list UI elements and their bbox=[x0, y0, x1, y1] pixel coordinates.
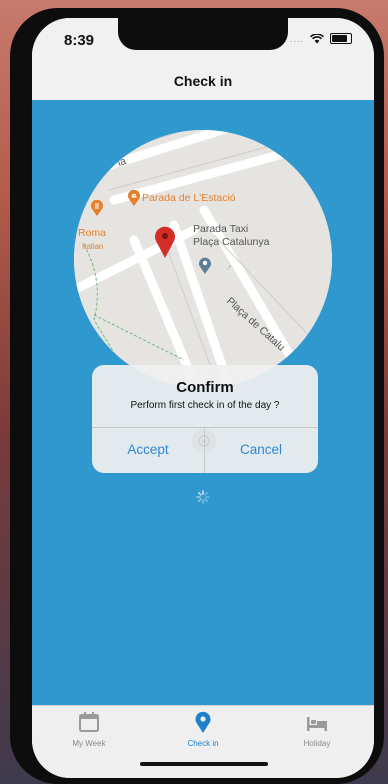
map-poi-taxi-line1: Parada Taxi bbox=[193, 223, 249, 235]
tab-label-my-week: My Week bbox=[72, 739, 106, 748]
dialog-message: Perform first check in of the day ? bbox=[130, 400, 280, 411]
map-poi-taxi-line2: Plaça Catalunya bbox=[193, 236, 270, 248]
crosshair-icon bbox=[192, 429, 216, 453]
calendar-icon bbox=[79, 712, 99, 732]
confirm-dialog: Confirm Perform first check in of the da… bbox=[92, 365, 318, 473]
location-pin-icon bbox=[195, 711, 211, 733]
cancel-button[interactable]: Cancel bbox=[205, 427, 317, 473]
battery-icon bbox=[330, 33, 352, 44]
taxi-pin-icon bbox=[199, 257, 211, 274]
tab-my-week[interactable]: My Week bbox=[32, 706, 146, 756]
tab-label-holiday: Holiday bbox=[303, 739, 331, 748]
home-indicator[interactable] bbox=[140, 762, 268, 766]
map-poi-parada-estacio: Parada de L'Estació bbox=[142, 192, 236, 204]
restaurant-pin-icon bbox=[128, 190, 140, 206]
map-poi-roma: Roma bbox=[78, 227, 107, 239]
loading-spinner-icon bbox=[196, 490, 210, 504]
tab-bar: My Week Check in Holiday bbox=[32, 705, 374, 778]
app-screen: Check in 8:39 .... ia Parada de L'Estaci… bbox=[32, 18, 374, 778]
status-time: 8:39 bbox=[64, 32, 95, 49]
device-notch bbox=[118, 18, 288, 50]
current-location-pin-icon bbox=[155, 226, 175, 258]
tab-holiday[interactable]: Holiday bbox=[260, 706, 374, 756]
status-icons: .... bbox=[290, 33, 352, 44]
wifi-icon bbox=[310, 33, 324, 43]
check-in-content: ia Parada de L'Estació Roma Italian Para… bbox=[32, 100, 374, 705]
map-poi-roma-type: Italian bbox=[82, 242, 104, 251]
tab-label-check-in: Check in bbox=[187, 739, 219, 748]
tab-check-in[interactable]: Check in bbox=[146, 706, 260, 756]
page-title: Check in bbox=[173, 73, 233, 89]
location-map[interactable]: ia Parada de L'Estació Roma Italian Para… bbox=[74, 130, 332, 388]
bed-icon bbox=[307, 717, 327, 731]
accept-button[interactable]: Accept bbox=[92, 427, 204, 473]
dialog-title: Confirm bbox=[176, 379, 234, 396]
signal-icon: .... bbox=[289, 33, 304, 44]
fork-knife-pin-icon bbox=[91, 200, 103, 216]
